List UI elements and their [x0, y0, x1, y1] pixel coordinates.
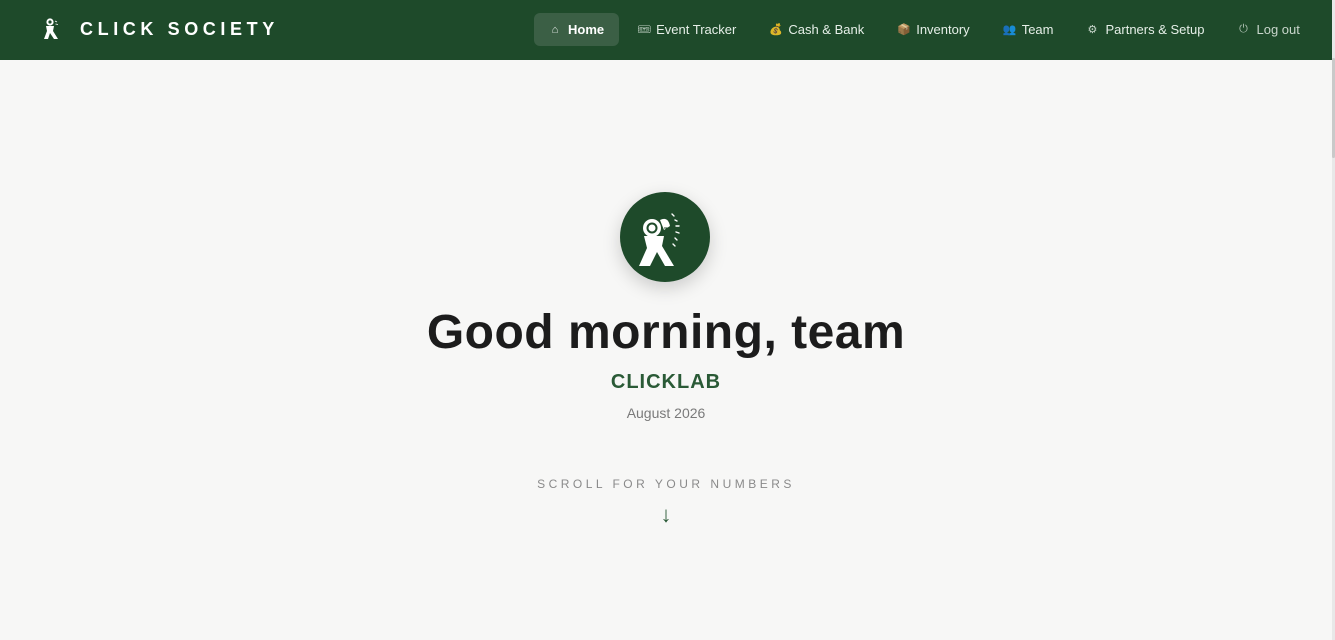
money-bag-icon: 💰 — [769, 24, 784, 36]
package-icon: 📦 — [897, 24, 911, 36]
nav-team[interactable]: 👥 Team — [988, 13, 1069, 46]
gear-icon: ⚙ — [1087, 24, 1098, 36]
nav-home[interactable]: ⌂ Home — [534, 13, 620, 46]
runner-logo-icon — [639, 213, 680, 266]
greeting-heading: Good morning, team — [426, 306, 906, 359]
nav-home-label: Home — [568, 22, 605, 37]
ticket-icon: 🎟 — [637, 24, 652, 36]
nav-partners-setup[interactable]: ⚙ Partners & Setup — [1071, 13, 1219, 46]
runner-logo-icon — [44, 18, 59, 39]
scroll-hint: SCROLL FOR YOUR NUMBERS — [537, 477, 795, 491]
nav-partners-setup-label: Partners & Setup — [1105, 22, 1205, 37]
nav-event-tracker[interactable]: 🎟 Event Tracker — [622, 13, 751, 46]
brand-name: CLICK SOCIETY — [80, 19, 279, 39]
period-label: August 2026 — [626, 405, 706, 421]
team-icon: 👥 — [1002, 24, 1017, 36]
main-nav: ⌂ Home 🎟 Event Tracker 💰 Cash & Bank 📦 I… — [534, 13, 1318, 46]
brand[interactable]: CLICK SOCIETY — [40, 17, 279, 41]
organization-name: CLICKLAB — [610, 371, 722, 393]
nav-cash-bank[interactable]: 💰 Cash & Bank — [754, 13, 879, 46]
home-icon: ⌂ — [551, 23, 559, 36]
nav-inventory-label: Inventory — [916, 22, 970, 37]
arrow-down-icon[interactable]: ↓ — [0, 502, 1332, 528]
power-icon: ⏻ — [1239, 23, 1248, 35]
org-avatar — [620, 192, 710, 282]
nav-event-tracker-label: Event Tracker — [656, 22, 737, 37]
nav-team-label: Team — [1021, 22, 1054, 37]
top-navigation-bar: CLICK SOCIETY ⌂ Home 🎟 Event Tracker 💰 C… — [0, 0, 1332, 60]
nav-inventory[interactable]: 📦 Inventory — [882, 13, 984, 46]
nav-log-out[interactable]: ⏻ Log out — [1222, 13, 1314, 46]
hero-section: Good morning, team CLICKLAB August 2026 … — [0, 60, 1332, 640]
nav-log-out-label: Log out — [1256, 22, 1300, 37]
nav-cash-bank-label: Cash & Bank — [788, 22, 865, 37]
